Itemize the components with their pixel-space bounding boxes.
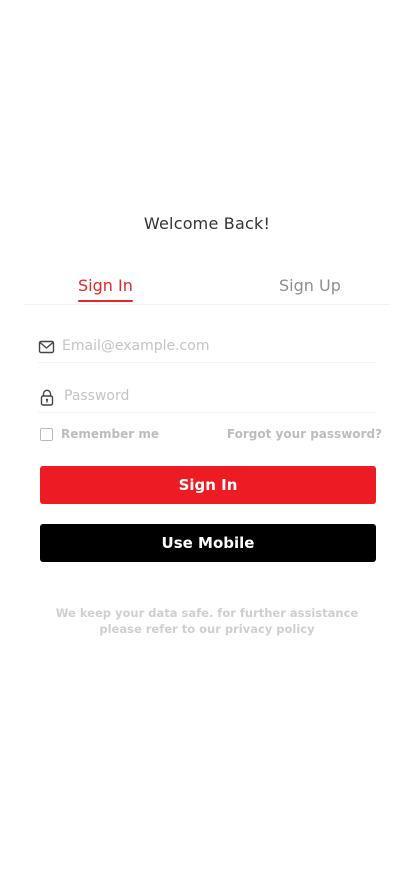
active-tab-indicator — [78, 300, 133, 302]
password-field-row — [38, 384, 376, 413]
tab-sign-in-label: Sign In — [78, 276, 133, 295]
privacy-notice: We keep your data safe. for further assi… — [0, 605, 414, 637]
forgot-password-link[interactable]: Forgot your password? — [227, 427, 382, 441]
privacy-line-2: please refer to our privacy policy — [99, 622, 315, 636]
email-field-row — [38, 334, 376, 363]
tab-sign-in[interactable]: Sign In — [78, 276, 133, 302]
tab-sign-up[interactable]: Sign Up — [279, 276, 341, 295]
auth-tabs: Sign In Sign Up — [24, 276, 390, 305]
privacy-line-1: We keep your data safe. for further assi… — [55, 606, 359, 620]
password-input[interactable] — [64, 384, 364, 408]
lock-icon — [38, 388, 56, 406]
remember-me-label: Remember me — [61, 427, 159, 441]
remember-me-checkbox[interactable] — [40, 427, 53, 441]
remember-me-toggle[interactable]: Remember me — [40, 426, 159, 442]
welcome-heading: Welcome Back! — [143, 214, 271, 233]
login-screen: Welcome Back! Sign In Sign Up Email@exam… — [0, 0, 414, 896]
email-input[interactable] — [62, 334, 362, 358]
use-mobile-button[interactable]: Use Mobile — [40, 524, 376, 562]
tab-sign-up-label: Sign Up — [279, 276, 341, 295]
mail-icon — [38, 338, 56, 356]
sign-in-button[interactable]: Sign In — [40, 466, 376, 504]
